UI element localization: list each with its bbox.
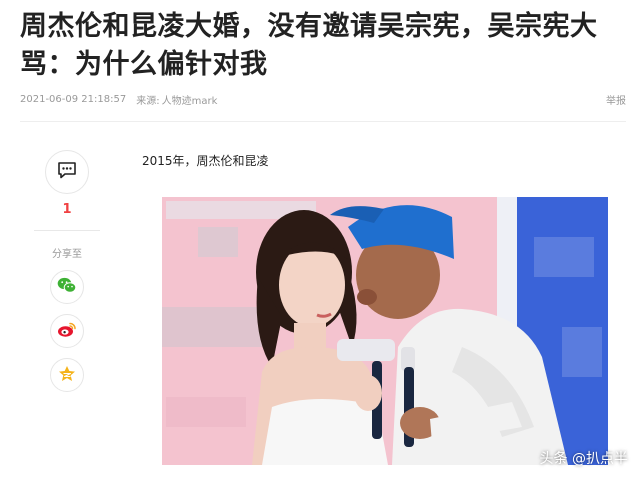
share-wechat-button[interactable]: [50, 270, 84, 304]
report-link[interactable]: 举报: [606, 92, 626, 107]
watermark: 头条 @扒点半: [539, 451, 628, 467]
comment-count[interactable]: 1: [34, 202, 100, 218]
article-meta: 2021-06-09 21:18:57 来源: 人物迹mark 举报: [20, 92, 626, 107]
article-photo: [162, 197, 608, 465]
comment-button[interactable]: [45, 150, 89, 194]
publish-time: 2021-06-09 21:18:57: [20, 94, 127, 105]
side-toolbar: 1 分享至: [34, 150, 100, 392]
share-weibo-button[interactable]: [50, 314, 84, 348]
header-divider: [20, 121, 626, 122]
share-label: 分享至: [52, 249, 82, 260]
wechat-icon: [57, 277, 77, 298]
article-title: 周杰伦和昆凌大婚，没有邀请吴宗宪，吴宗宪大骂：为什么偏针对我: [20, 11, 598, 80]
side-divider: [34, 230, 100, 231]
source-label: 来源:: [136, 96, 160, 107]
image-caption: 2015年，周杰伦和昆凌: [142, 154, 269, 168]
weibo-icon: [57, 321, 77, 342]
qzone-icon: [58, 365, 76, 386]
source-name[interactable]: 人物迹mark: [162, 92, 218, 107]
share-qzone-button[interactable]: [50, 358, 84, 392]
comment-bubble-icon: [57, 161, 77, 183]
